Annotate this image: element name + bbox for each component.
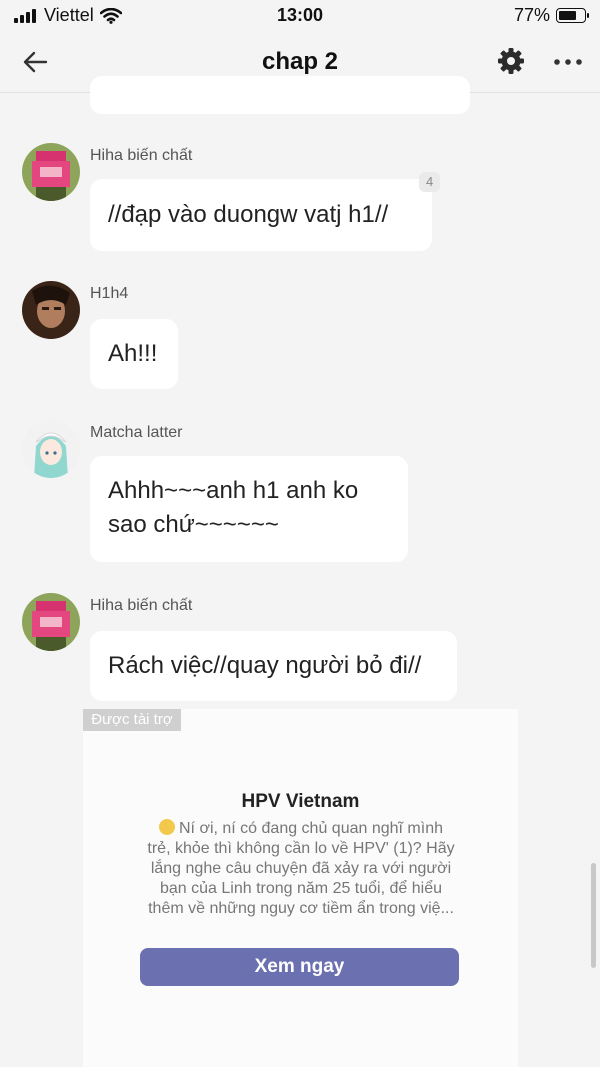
sponsored-ad-card[interactable]: HPV Vietnam Ní ơi, ní có đang chủ quan n…: [83, 709, 518, 1067]
sender-name: H1h4: [90, 285, 129, 302]
ad-body-line: lắng nghe câu chuyện đã xảy ra với người: [150, 860, 452, 877]
message-text-line: sao chứ~~~~~~: [108, 511, 279, 538]
status-bar: Viettel 13:00 77%: [0, 0, 600, 32]
reply-count-badge[interactable]: 4: [419, 172, 441, 192]
avatar[interactable]: [22, 593, 80, 651]
ad-body: Ní ơi, ní có đang chủ quan nghĩ mình trẻ…: [120, 819, 482, 919]
message-text: //đạp vào duongw vatj h1//: [108, 201, 389, 228]
ad-body-line: thêm về những nguy cơ tiềm ẩn trong việ.…: [148, 900, 454, 917]
more-icon[interactable]: [552, 50, 584, 74]
ad-body-line: Ní ơi, ní có đang chủ quan nghĩ mình: [120, 819, 482, 839]
avatar[interactable]: [22, 143, 80, 201]
avatar[interactable]: [22, 420, 80, 478]
clock: 13:00: [276, 5, 324, 25]
sender-name: Hiha biến chất: [90, 597, 193, 614]
message-bubble[interactable]: //đạp vào duongw vatj h1//: [90, 179, 432, 251]
gear-icon[interactable]: [496, 46, 526, 76]
message-text: Ah!!!: [108, 340, 158, 367]
avatar[interactable]: [22, 281, 80, 339]
sender-name: Matcha latter: [90, 424, 183, 441]
battery-percent: 77%: [513, 5, 550, 25]
message-bubble[interactable]: Ahhh~~~anh h1 anh ko sao chứ~~~~~~: [90, 456, 408, 562]
ad-title: HPV Vietnam: [241, 791, 360, 812]
ad-body-line: trẻ, khỏe thì không cần lo về HPV' (1)? …: [147, 840, 455, 857]
worried-face-icon: [159, 819, 175, 835]
sender-name: Hiha biến chất: [90, 147, 193, 164]
ad-body-line: bạn của Linh trong năm 25 tuổi, để hiểu: [160, 880, 442, 897]
message-text: Rách việc//quay người bỏ đi//: [108, 652, 422, 679]
sponsored-label: Được tài trợ: [83, 709, 181, 731]
message-text-line: Ahhh~~~anh h1 anh ko: [108, 477, 359, 504]
scrollbar[interactable]: [591, 863, 596, 968]
message-bubble[interactable]: Ah!!!: [90, 319, 178, 389]
battery-icon: [556, 8, 589, 23]
message-bubble[interactable]: Rách việc//quay người bỏ đi//: [90, 631, 457, 701]
view-now-button[interactable]: Xem ngay: [140, 948, 459, 986]
previous-message-bubble[interactable]: [90, 76, 470, 114]
